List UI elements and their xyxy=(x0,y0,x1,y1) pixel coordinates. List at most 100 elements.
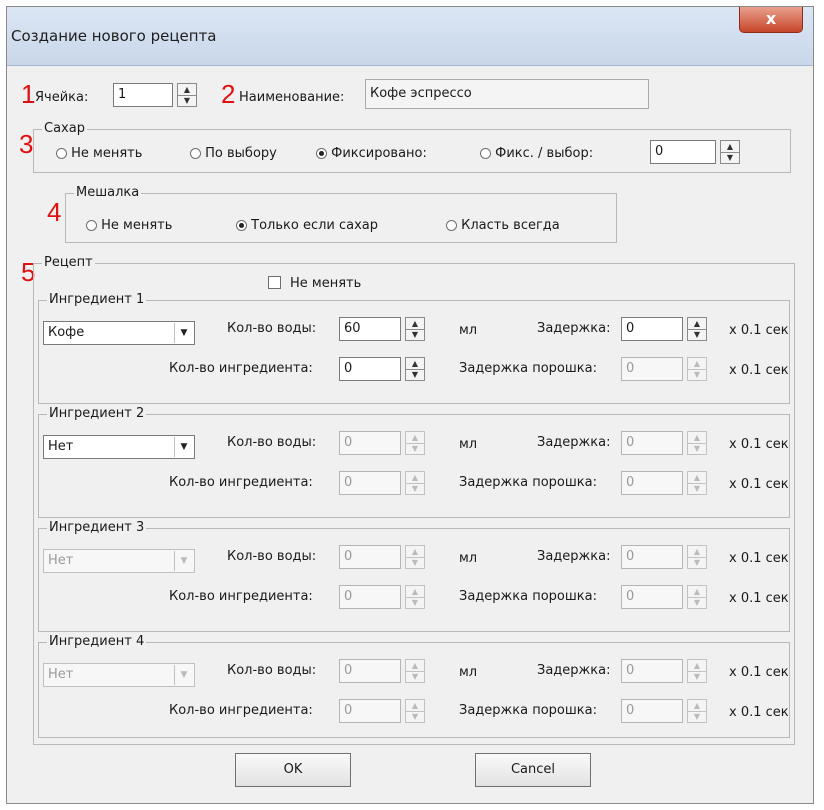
radio-selected-icon[interactable] xyxy=(236,220,247,231)
radio-icon[interactable] xyxy=(190,148,201,159)
delay-input[interactable]: 0 xyxy=(621,659,683,683)
chevron-down-icon[interactable]: ▼ xyxy=(174,665,193,685)
powder-delay-spinner[interactable]: ▲ ▼ xyxy=(687,699,707,723)
powder-delay-spinner[interactable]: ▲ ▼ xyxy=(687,357,707,381)
cell-input[interactable]: 1 xyxy=(113,83,173,107)
powder-delay-label: Задержка порошка: xyxy=(459,475,597,490)
delay-label: Задержка: xyxy=(537,549,611,564)
sugar-option-fixed-choice[interactable]: Фикс. / выбор: xyxy=(480,146,593,161)
ingredient-amount-spinner[interactable]: ▲ ▼ xyxy=(405,471,425,495)
radio-icon[interactable] xyxy=(56,148,67,159)
water-label: Кол-во воды: xyxy=(227,435,317,450)
delay-spinner[interactable]: ▲ ▼ xyxy=(687,659,707,683)
powder-delay-unit-label: x 0.1 сек xyxy=(729,705,789,720)
chevron-down-icon[interactable]: ▼ xyxy=(174,551,193,571)
water-spinner[interactable]: ▲ ▼ xyxy=(405,545,425,569)
ingredient-amount-label: Кол-во ингредиента: xyxy=(169,361,313,376)
radio-icon[interactable] xyxy=(480,148,491,159)
marker-2: 2 xyxy=(221,79,236,109)
water-input[interactable]: 60 xyxy=(339,317,401,341)
marker-1: 1 xyxy=(21,79,36,109)
window-title: Создание нового рецепта xyxy=(11,27,217,45)
stirrer-group-title: Мешалка xyxy=(74,185,142,200)
ingredient-amount-label: Кол-во ингредиента: xyxy=(169,589,313,604)
stirrer-option-only-if-sugar[interactable]: Только если сахар xyxy=(236,218,378,233)
delay-unit-label: x 0.1 сек xyxy=(729,551,789,566)
water-spinner[interactable]: ▲ ▼ xyxy=(405,431,425,455)
powder-delay-input[interactable]: 0 xyxy=(621,585,683,609)
powder-delay-spinner[interactable]: ▲ ▼ xyxy=(687,471,707,495)
powder-delay-unit-label: x 0.1 сек xyxy=(729,591,789,606)
water-spinner[interactable]: ▲ ▼ xyxy=(405,317,425,341)
ok-button[interactable]: OK xyxy=(235,753,351,787)
chevron-down-icon[interactable]: ▼ xyxy=(174,323,193,343)
delay-input[interactable]: 0 xyxy=(621,317,683,341)
sugar-group: Сахар Не менять По выбору Фиксировано: Ф… xyxy=(33,121,791,173)
powder-delay-unit-label: x 0.1 сек xyxy=(729,477,789,492)
water-spinner[interactable]: ▲ ▼ xyxy=(405,659,425,683)
delay-label: Задержка: xyxy=(537,321,611,336)
ingredient-combo[interactable]: Нет ▼ xyxy=(43,663,195,687)
water-input[interactable]: 0 xyxy=(339,545,401,569)
delay-label: Задержка: xyxy=(537,663,611,678)
ingredient-amount-input[interactable]: 0 xyxy=(339,357,401,381)
radio-icon[interactable] xyxy=(86,220,97,231)
delay-unit-label: x 0.1 сек xyxy=(729,665,789,680)
close-button[interactable]: x xyxy=(739,7,803,33)
sugar-option-by-choice[interactable]: По выбору xyxy=(190,146,277,161)
water-label: Кол-во воды: xyxy=(227,321,317,336)
sugar-value-input[interactable]: 0 xyxy=(650,140,716,164)
delay-spinner[interactable]: ▲ ▼ xyxy=(687,431,707,455)
ingredient-amount-input[interactable]: 0 xyxy=(339,585,401,609)
ingredient-title: Ингредиент 1 xyxy=(47,292,147,307)
delay-input[interactable]: 0 xyxy=(621,431,683,455)
recipe-group-title: Рецепт xyxy=(42,255,95,270)
water-label: Кол-во воды: xyxy=(227,549,317,564)
powder-delay-label: Задержка порошка: xyxy=(459,361,597,376)
delay-unit-label: x 0.1 сек xyxy=(729,323,789,338)
powder-delay-input[interactable]: 0 xyxy=(621,699,683,723)
ingredient-combo[interactable]: Нет ▼ xyxy=(43,435,195,459)
ingredient-amount-input[interactable]: 0 xyxy=(339,471,401,495)
ingredient-amount-spinner[interactable]: ▲ ▼ xyxy=(405,699,425,723)
delay-spinner[interactable]: ▲ ▼ xyxy=(687,317,707,341)
ingredient-title: Ингредиент 2 xyxy=(47,406,147,421)
chevron-down-icon[interactable]: ▼ xyxy=(174,437,193,457)
stirrer-option-no-change[interactable]: Не менять xyxy=(86,218,172,233)
ingredient-combo[interactable]: Нет ▼ xyxy=(43,549,195,573)
ingredient-amount-spinner[interactable]: ▲ ▼ xyxy=(405,357,425,381)
name-input[interactable]: Кофе эспрессо xyxy=(365,79,649,109)
sugar-option-no-change[interactable]: Не менять xyxy=(56,146,142,161)
ingredient-amount-label: Кол-во ингредиента: xyxy=(169,703,313,718)
ingredient-title: Ингредиент 3 xyxy=(47,520,147,535)
powder-delay-label: Задержка порошка: xyxy=(459,589,597,604)
water-input[interactable]: 0 xyxy=(339,431,401,455)
powder-delay-input[interactable]: 0 xyxy=(621,471,683,495)
delay-spinner[interactable]: ▲ ▼ xyxy=(687,545,707,569)
title-bar: Создание нового рецепта x xyxy=(7,7,813,66)
ingredient-combo[interactable]: Кофе ▼ xyxy=(43,321,195,345)
ingredient-1-group: Ингредиент 1 Кофе ▼ Кол-во воды: 60 ▲ ▼ мл… xyxy=(38,292,790,404)
sugar-group-title: Сахар xyxy=(42,121,87,136)
ingredient-amount-spinner[interactable]: ▲ ▼ xyxy=(405,585,425,609)
marker-4: 4 xyxy=(47,197,62,227)
no-change-checkbox[interactable] xyxy=(268,276,281,289)
delay-input[interactable]: 0 xyxy=(621,545,683,569)
ingredient-4-group: Ингредиент 4 Нет ▼ Кол-во воды: 0 ▲ ▼ мл З… xyxy=(38,634,790,738)
cell-spinner[interactable]: ▲ ▼ xyxy=(177,83,197,107)
sugar-value-spinner[interactable]: ▲ ▼ xyxy=(720,140,740,164)
ingredient-amount-input[interactable]: 0 xyxy=(339,699,401,723)
ingredient-title: Ингредиент 4 xyxy=(47,634,147,649)
water-label: Кол-во воды: xyxy=(227,663,317,678)
radio-selected-icon[interactable] xyxy=(316,148,327,159)
cancel-button[interactable]: Cancel xyxy=(475,753,591,787)
stirrer-option-always[interactable]: Класть всегда xyxy=(446,218,560,233)
water-input[interactable]: 0 xyxy=(339,659,401,683)
sugar-option-fixed[interactable]: Фиксировано: xyxy=(316,146,427,161)
radio-icon[interactable] xyxy=(446,220,457,231)
recipe-dialog: Создание нового рецепта x 1 Ячейка: 1 ▲ ▼… xyxy=(6,6,814,804)
powder-delay-unit-label: x 0.1 сек xyxy=(729,363,789,378)
powder-delay-input[interactable]: 0 xyxy=(621,357,683,381)
marker-3: 3 xyxy=(19,129,34,159)
powder-delay-spinner[interactable]: ▲ ▼ xyxy=(687,585,707,609)
